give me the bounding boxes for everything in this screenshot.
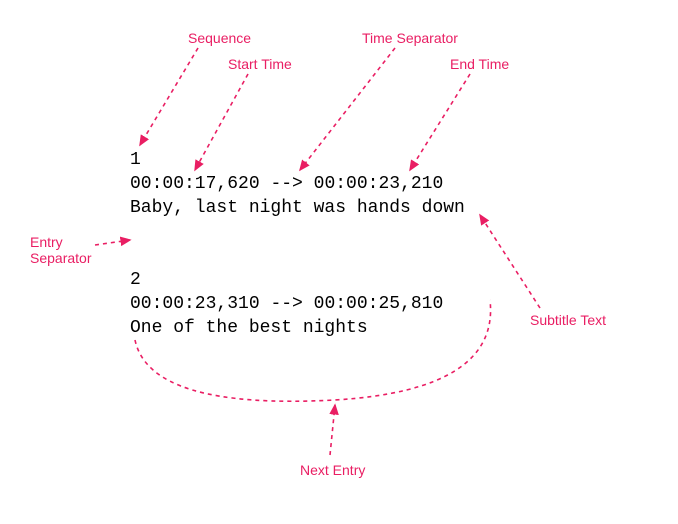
arrow-entry-separator [95, 240, 130, 245]
arrow-next-entry [330, 405, 335, 455]
label-next-entry: Next Entry [300, 462, 365, 478]
arrow-time-separator [300, 48, 395, 170]
arrow-end-time [410, 74, 470, 170]
entry1-start-time: 00:00:17,620 [130, 174, 260, 194]
entry2-text: One of the best nights [130, 318, 368, 338]
arrow-start-time [195, 74, 248, 170]
label-entry-separator: Entry Separator [30, 234, 91, 266]
entry2-separator: --> [270, 294, 302, 314]
entry1-sequence: 1 [130, 150, 141, 170]
label-sequence: Sequence [188, 30, 251, 46]
arrow-sequence [140, 48, 198, 145]
entry1-separator: --> [270, 174, 302, 194]
entry1-text: Baby, last night was hands down [130, 198, 465, 218]
label-end-time: End Time [450, 56, 509, 72]
entry2-sequence: 2 [130, 270, 141, 290]
label-subtitle-text: Subtitle Text [530, 312, 606, 328]
entry2-start-time: 00:00:23,310 [130, 294, 260, 314]
entry2-end-time: 00:00:25,810 [314, 294, 444, 314]
label-start-time: Start Time [228, 56, 292, 72]
annotation-arrows [0, 0, 678, 524]
curve-next-entry [135, 300, 491, 401]
arrow-subtitle-text [480, 215, 540, 308]
entry1-end-time: 00:00:23,210 [314, 174, 444, 194]
label-time-separator: Time Separator [362, 30, 458, 46]
